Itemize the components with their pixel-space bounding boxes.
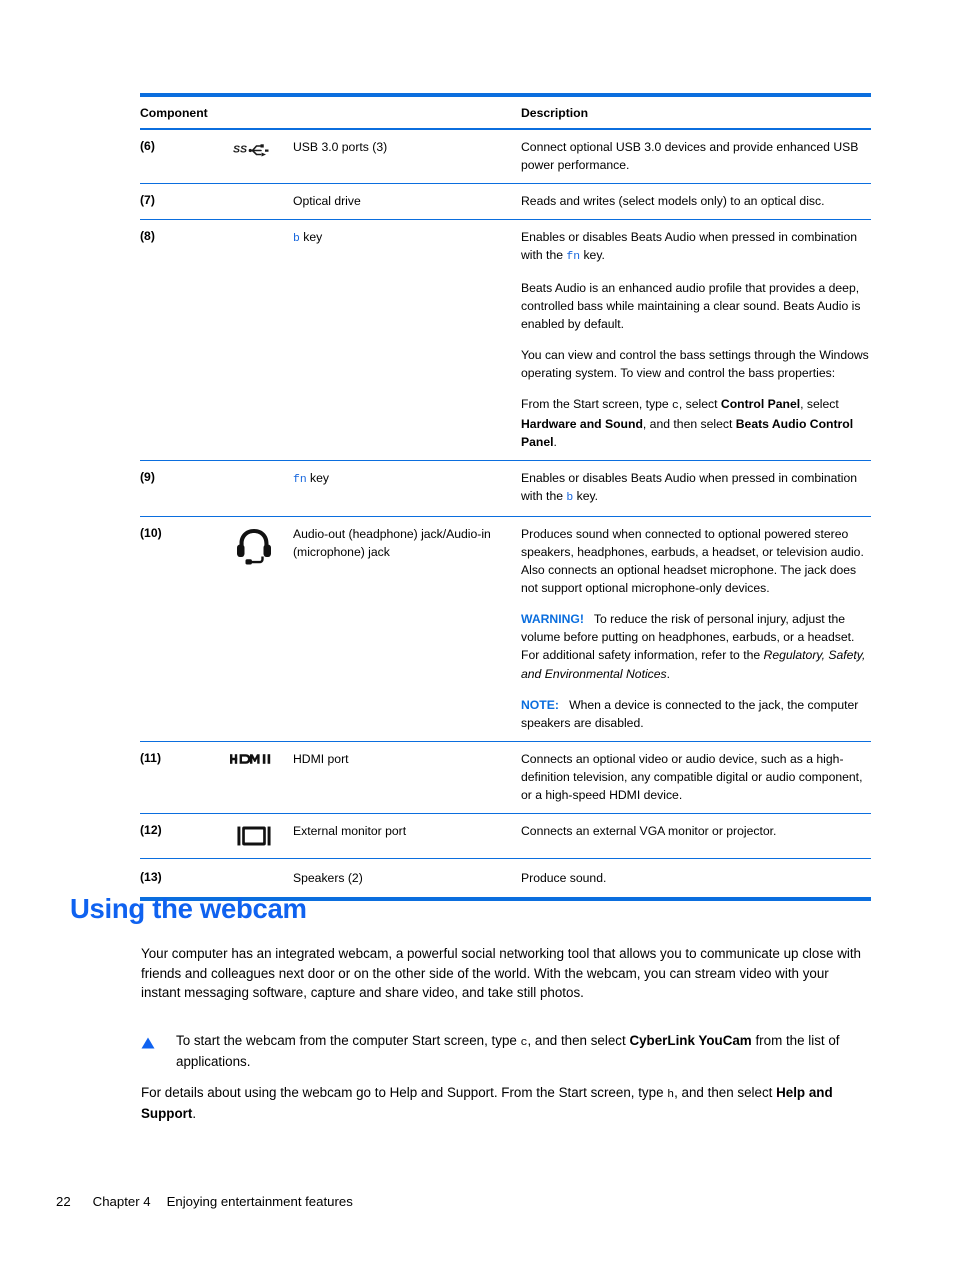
footer-chapter-title: Enjoying entertainment features [166,1194,353,1209]
description-paragraph: Produce sound. [521,870,607,885]
svg-text:SS: SS [233,144,247,156]
component-name: HDMI port [293,751,349,766]
outro-text-after: , and then select [674,1085,777,1100]
description-paragraph: From the Start screen, type c, select Co… [521,397,854,450]
components-table: Component Description (6) SS USB 3.0 por… [140,93,871,901]
intro-paragraph: Your computer has an integrated webcam, … [141,946,862,1001]
table-row: (12) External monitor port Connects an e… [140,814,871,858]
component-name: Optical drive [293,194,361,209]
component-name: b key [293,227,521,248]
outro-text-end: . [192,1105,197,1121]
component-name: fn key [293,468,521,489]
app-name-cyberlink-youcam: CyberLink YouCam [629,1033,752,1048]
footer-page-number: 22 [56,1194,71,1209]
row-number: (9) [140,470,155,485]
description-paragraph: Produces sound when connected to optiona… [521,527,864,596]
row-number: (13) [140,869,162,884]
component-name: External monitor port [293,823,407,838]
usb-superspeed-icon: SS [215,137,293,159]
component-description: Produce sound. [521,868,871,887]
description-paragraph: Reads and writes (select models only) to… [521,194,825,209]
row-number: (10) [140,526,162,541]
bullet-text-before: To start the webcam from the computer St… [176,1033,521,1048]
table-row: (11) HDMI port Connects an optional vide… [140,742,871,813]
component-description: Enables or disables Beats Audio when pre… [521,227,871,451]
warning-paragraph: WARNING! To reduce the risk of personal … [521,612,866,681]
no-icon [215,191,293,193]
table-row: (7) Optical drive Reads and writes (sele… [140,184,871,219]
key-label-b: b [293,233,300,246]
component-name: Speakers (2) [293,870,363,885]
table-row: (8) b key Enables or disables Beats Audi… [140,220,871,460]
triangle-bullet-icon [141,1031,155,1054]
component-description: Produces sound when connected to optiona… [521,524,871,731]
component-description: Enables or disables Beats Audio when pre… [521,468,871,507]
bullet-text: To start the webcam from the computer St… [176,1031,871,1071]
component-name-suffix: key [299,230,323,245]
bullet-text-after: , and then select [527,1033,630,1048]
menu-hardware-and-sound: Hardware and Sound [521,417,643,432]
external-monitor-icon [215,821,293,849]
key-label-fn: fn [293,474,307,487]
headset-icon [215,524,293,566]
menu-control-panel: Control Panel [720,397,801,412]
row-number: (6) [140,139,155,153]
description-paragraph: You can view and control the bass settin… [521,348,869,381]
row-number: (8) [140,229,155,244]
description-paragraph: Enables or disables Beats Audio when pre… [521,471,858,505]
component-name-suffix: key [306,471,330,486]
component-description: Connects an external VGA monitor or proj… [521,821,871,840]
row-number: (11) [140,750,162,765]
table-row: (13) Speakers (2) Produce sound. [140,859,871,897]
hdmi-icon [215,749,293,767]
key-label-fn: fn [566,251,581,264]
description-paragraph: Enables or disables Beats Audio when pre… [521,230,858,264]
component-name: Audio-out (headphone) jack/Audio-in (mic… [293,527,491,560]
no-icon [215,227,293,229]
document-page: Component Description (6) SS USB 3.0 por… [0,0,954,1270]
note-label: NOTE: [521,697,559,712]
footer-chapter: Chapter 4 [92,1194,151,1209]
row-number: (12) [140,822,162,837]
key-label-b: b [566,492,574,505]
description-paragraph: Beats Audio is an enhanced audio profile… [521,281,861,332]
component-description: Reads and writes (select models only) to… [521,191,871,210]
description-paragraph: Connect optional USB 3.0 devices and pro… [521,140,859,173]
note-paragraph: NOTE: When a device is connected to the … [521,697,859,730]
type-key-c: c [672,400,679,413]
page-footer: 22 Chapter 4 Enjoying entertainment featur… [56,1194,353,1209]
page-title: Using the webcam [70,893,307,924]
no-icon [215,468,293,470]
column-header-description: Description [521,106,589,120]
bullet-item: To start the webcam from the computer St… [141,1031,871,1071]
table-header-row: Component Description [140,97,871,128]
warning-label: WARNING! [521,612,584,627]
column-header-component: Component [140,106,208,120]
component-description: Connect optional USB 3.0 devices and pro… [521,137,871,174]
outro-paragraph: For details about using the webcam go to… [141,1083,871,1123]
component-name: USB 3.0 ports (3) [293,140,388,154]
table-row: (10) Audio-out (headphone) jack/Audio-in… [140,517,871,740]
description-paragraph: Connects an optional video or audio devi… [521,751,863,802]
description-paragraph: Connects an external VGA monitor or proj… [521,823,777,838]
table-row: (9) fn key Enables or disables Beats Aud… [140,461,871,516]
row-number: (7) [140,193,155,208]
referenced-document-title: Regulatory, Safety, and Environmental No… [521,648,866,681]
outro-text-before: For details about using the webcam go to… [141,1085,668,1100]
no-icon [215,868,293,870]
table-row: (6) SS USB 3.0 ports (3) Connect optiona… [140,130,871,183]
component-description: Connects an optional video or audio devi… [521,749,871,804]
